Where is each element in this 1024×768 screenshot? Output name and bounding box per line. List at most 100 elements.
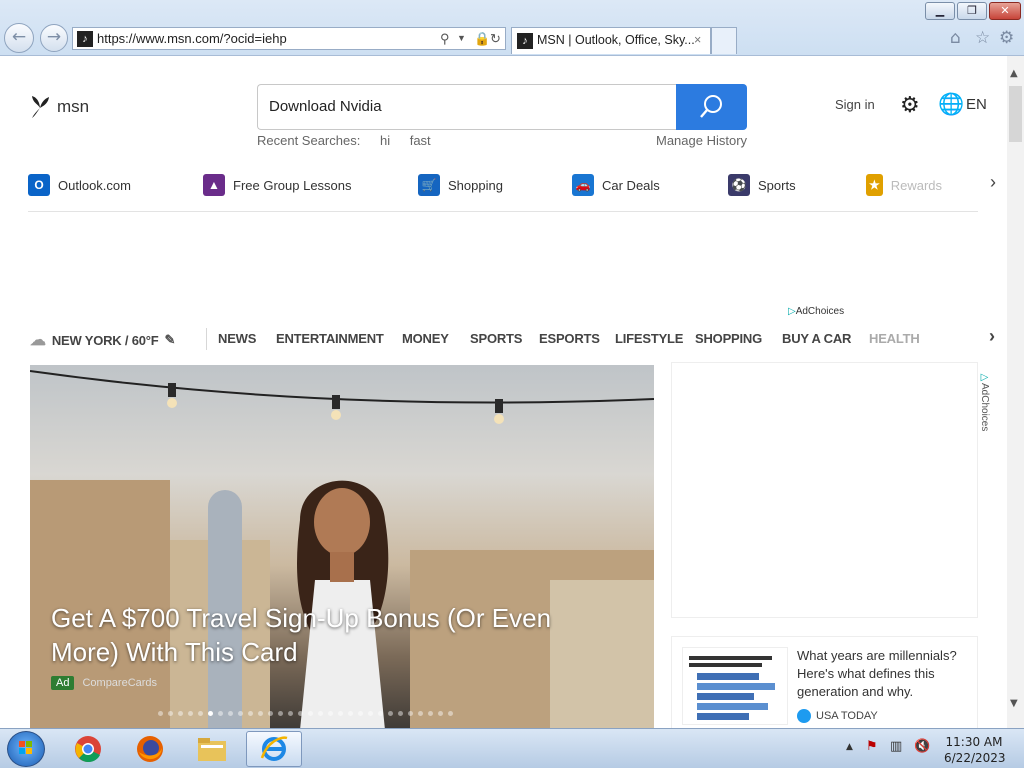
quick-link-shopping[interactable]: 🛒 Shopping (418, 174, 503, 196)
carousel-dot[interactable] (278, 711, 283, 716)
carousel-dot[interactable] (208, 711, 213, 716)
vertical-scrollbar[interactable]: ▲ ▼ (1007, 56, 1024, 728)
network-icon[interactable]: ▥ (890, 739, 902, 754)
nav-health[interactable]: HEALTH (869, 331, 920, 346)
nav-lifestyle[interactable]: LIFESTYLE (615, 331, 683, 346)
home-icon[interactable]: ⌂ (950, 28, 961, 48)
carousel-dot[interactable] (418, 711, 423, 716)
taskbar-firefox[interactable] (122, 731, 178, 767)
forward-button[interactable]: → (40, 24, 68, 52)
scroll-up-icon[interactable]: ▲ (1010, 68, 1018, 79)
carousel-dot[interactable] (308, 711, 313, 716)
system-clock[interactable]: 11:30 AM 6/22/2023 (944, 734, 1006, 766)
carousel-dot[interactable] (358, 711, 363, 716)
carousel-dot[interactable] (168, 711, 173, 716)
carousel-dot[interactable] (398, 711, 403, 716)
carousel-dot[interactable] (428, 711, 433, 716)
quick-link-sports[interactable]: ⚽ Sports (728, 174, 796, 196)
minimize-button[interactable]: ▁ (925, 2, 955, 20)
edit-pencil-icon[interactable]: ✎ (165, 332, 176, 348)
weather-widget[interactable]: ☁ NEW YORK / 60°F ✎ (30, 330, 175, 350)
carousel-dot[interactable] (258, 711, 263, 716)
search-input[interactable]: Download Nvidia (257, 84, 677, 130)
carousel-dot[interactable] (378, 711, 383, 716)
hero-carousel[interactable]: Get A $700 Travel Sign-Up Bonus (Or Even… (30, 365, 654, 728)
nav-shopping[interactable]: SHOPPING (695, 331, 762, 346)
maximize-button[interactable]: ❐ (957, 2, 987, 20)
medal-icon: ★ (866, 174, 883, 196)
recent-searches-label: Recent Searches: (257, 133, 361, 148)
carousel-dot[interactable] (178, 711, 183, 716)
start-button[interactable] (7, 731, 45, 767)
ad-choices-vertical[interactable]: ▷AdChoices (979, 372, 990, 431)
taskbar-file-explorer[interactable] (184, 731, 240, 767)
favorites-star-icon[interactable]: ☆ (975, 28, 990, 48)
nav-esports[interactable]: ESPORTS (539, 331, 600, 346)
ad-slot[interactable] (671, 362, 978, 618)
carousel-dot[interactable] (228, 711, 233, 716)
msn-logo[interactable]: msn (29, 94, 89, 120)
carousel-dot[interactable] (218, 711, 223, 716)
quick-link-outlook[interactable]: O Outlook.com (28, 174, 131, 196)
settings-gear-icon[interactable]: ⚙ (999, 28, 1014, 48)
show-hidden-icons[interactable]: ▲ (846, 742, 853, 752)
news-headline[interactable]: What years are millennials? Here's what … (797, 647, 967, 701)
carousel-dot[interactable] (348, 711, 353, 716)
search-icon[interactable]: ⚲ (440, 28, 450, 49)
carousel-dot[interactable] (438, 711, 443, 716)
dropdown-icon[interactable]: ▼ (457, 28, 466, 49)
tab-msn[interactable]: ♪ MSN | Outlook, Office, Sky... × (511, 27, 711, 54)
quick-link-rewards[interactable]: ★ Rewards (866, 174, 942, 196)
language-selector[interactable]: EN (966, 96, 987, 113)
nav-entertainment[interactable]: ENTERTAINMENT (276, 331, 384, 346)
nav-sports[interactable]: SPORTS (470, 331, 522, 346)
close-window-button[interactable]: ✕ (989, 2, 1021, 20)
carousel-dot[interactable] (368, 711, 373, 716)
carousel-dot[interactable] (338, 711, 343, 716)
carousel-dot[interactable] (238, 711, 243, 716)
nav-money[interactable]: MONEY (402, 331, 449, 346)
scrollbar-thumb[interactable] (1009, 86, 1022, 142)
taskbar-internet-explorer[interactable] (246, 731, 302, 767)
carousel-dot[interactable] (318, 711, 323, 716)
carousel-dot[interactable] (198, 711, 203, 716)
new-tab-button[interactable] (711, 27, 737, 54)
action-center-flag-icon[interactable]: ⚑ (866, 739, 878, 754)
quick-link-car-deals[interactable]: 🚗 Car Deals (572, 174, 660, 196)
carousel-dot[interactable] (268, 711, 273, 716)
volume-muted-icon[interactable]: 🔇 (914, 739, 930, 754)
nav-news[interactable]: NEWS (218, 331, 256, 346)
manage-history-link[interactable]: Manage History (656, 133, 747, 148)
chevron-right-icon[interactable]: › (990, 172, 996, 193)
carousel-dot[interactable] (408, 711, 413, 716)
globe-icon[interactable]: 🌐 (938, 93, 964, 117)
hero-title[interactable]: Get A $700 Travel Sign-Up Bonus (Or Even… (51, 601, 611, 669)
ad-choices-label[interactable]: ▷AdChoices (788, 306, 844, 317)
usa-today-logo-icon (797, 709, 811, 723)
chevron-right-icon[interactable]: › (989, 326, 995, 347)
carousel-dot[interactable] (288, 711, 293, 716)
sign-in-link[interactable]: Sign in (835, 97, 875, 112)
lock-icon[interactable]: 🔒 (474, 28, 490, 49)
carousel-dot[interactable] (188, 711, 193, 716)
news-card[interactable]: What years are millennials? Here's what … (671, 636, 978, 728)
quick-link-group-lessons[interactable]: ▲ Free Group Lessons (203, 174, 352, 196)
tab-close-icon[interactable]: × (694, 28, 701, 53)
carousel-dot[interactable] (248, 711, 253, 716)
carousel-dot[interactable] (448, 711, 453, 716)
carousel-dot[interactable] (388, 711, 393, 716)
carousel-dot[interactable] (328, 711, 333, 716)
address-bar[interactable]: ♪ https://www.msn.com/?ocid=iehp ⚲ ▼ 🔒 ↻ (72, 27, 506, 50)
search-button[interactable] (676, 84, 747, 130)
recent-search-item[interactable]: hi (380, 133, 390, 148)
taskbar-chrome[interactable] (60, 731, 116, 767)
scroll-down-icon[interactable]: ▼ (1010, 698, 1018, 709)
address-text: https://www.msn.com/?ocid=iehp (97, 31, 287, 46)
carousel-dot[interactable] (158, 711, 163, 716)
back-button[interactable]: ← (4, 23, 34, 53)
carousel-dot[interactable] (298, 711, 303, 716)
nav-buy-a-car[interactable]: BUY A CAR (782, 331, 851, 346)
refresh-icon[interactable]: ↻ (490, 28, 501, 49)
gear-icon[interactable]: ⚙ (900, 92, 920, 118)
recent-search-item[interactable]: fast (410, 133, 431, 148)
